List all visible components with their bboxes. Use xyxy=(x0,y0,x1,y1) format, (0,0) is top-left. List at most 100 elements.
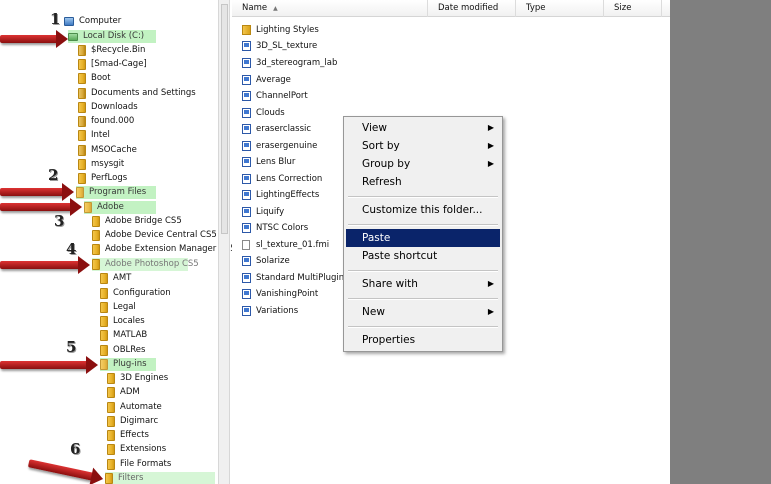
tree-item-file-formats[interactable]: File Formats xyxy=(107,458,171,471)
tree-item-computer[interactable]: Computer xyxy=(64,15,121,28)
column-name[interactable]: Name ▲ xyxy=(232,0,428,17)
column-size[interactable]: Size xyxy=(604,0,662,17)
folder-icon xyxy=(107,430,115,441)
folder-icon xyxy=(107,459,115,470)
file-row[interactable]: 3d_stereogram_lab xyxy=(242,56,337,70)
file-row-lighting-styles[interactable]: Lighting Styles xyxy=(242,23,319,37)
file-row[interactable]: eraserclassic xyxy=(242,122,311,136)
tree-item-configuration[interactable]: Configuration xyxy=(100,287,171,300)
file-row[interactable]: VanishingPoint xyxy=(242,287,318,301)
menu-item-new[interactable]: New ▶ xyxy=(346,303,500,321)
tree-item-locales[interactable]: Locales xyxy=(100,315,145,328)
file-name: eraserclassic xyxy=(256,124,312,134)
tree-item-msysgit[interactable]: msysgit xyxy=(78,158,124,171)
column-name-label: Name xyxy=(242,3,268,13)
step-2-arrow-icon xyxy=(0,183,74,201)
tree-item-intel[interactable]: Intel xyxy=(78,129,110,142)
menu-item-customize-folder[interactable]: Customize this folder... xyxy=(346,201,500,219)
file-row[interactable]: Average xyxy=(242,73,291,87)
tree-item-3d-engines[interactable]: 3D Engines xyxy=(107,372,168,385)
menu-item-paste-shortcut[interactable]: Paste shortcut xyxy=(346,247,500,265)
tree-item-adm[interactable]: ADM xyxy=(107,386,140,399)
file-row[interactable]: Solarize xyxy=(242,254,290,268)
menu-item-share-with[interactable]: Share with ▶ xyxy=(346,275,500,293)
file-name: VanishingPoint xyxy=(256,289,319,299)
tree-item-label: AMT xyxy=(113,273,132,283)
tree-item-adobe-bridge[interactable]: Adobe Bridge CS5 xyxy=(92,215,182,228)
file-row[interactable]: Lens Correction xyxy=(242,172,322,186)
tree-item-msocache[interactable]: MSOCache xyxy=(78,144,137,157)
tree-item-oblres[interactable]: OBLRes xyxy=(100,344,145,357)
folder-icon xyxy=(107,402,115,413)
column-type[interactable]: Type xyxy=(516,0,604,17)
menu-item-group-by[interactable]: Group by ▶ xyxy=(346,155,500,173)
tree-item-found[interactable]: found.000 xyxy=(78,115,134,128)
tree-item-local-disk[interactable]: Local Disk (C:) xyxy=(68,30,156,43)
plugin-icon xyxy=(242,75,251,85)
tree-item-downloads[interactable]: Downloads xyxy=(78,101,138,114)
file-row[interactable]: Liquify xyxy=(242,205,284,219)
file-row[interactable]: Standard MultiPlugin xyxy=(242,271,344,285)
tree-scrollbar[interactable] xyxy=(218,0,230,484)
menu-item-label: Sort by xyxy=(362,140,400,152)
tree-item-label: msysgit xyxy=(91,159,125,169)
tree-item-adobe-device-central[interactable]: Adobe Device Central CS5 xyxy=(92,229,217,242)
plugin-icon xyxy=(242,141,251,151)
menu-item-label: View xyxy=(362,122,387,134)
tree-item-effects[interactable]: Effects xyxy=(107,429,149,442)
tree-item-adobe-photoshop[interactable]: Adobe Photoshop CS5 xyxy=(92,258,199,271)
tree-item-filters[interactable]: Filters xyxy=(105,472,215,484)
column-date-modified[interactable]: Date modified xyxy=(428,0,516,17)
file-name: Lens Blur xyxy=(256,157,296,167)
tree-item-legal[interactable]: Legal xyxy=(100,301,136,314)
step-4-arrow-icon xyxy=(0,256,90,274)
tree-item-plug-ins[interactable]: Plug-ins xyxy=(100,358,156,371)
file-row[interactable]: LightingEffects xyxy=(242,188,319,202)
tree-item-recycle-bin[interactable]: $Recycle.Bin xyxy=(78,44,145,57)
menu-item-sort-by[interactable]: Sort by ▶ xyxy=(346,137,500,155)
tree-item-documents-and-settings[interactable]: Documents and Settings xyxy=(78,87,196,100)
sort-ascending-icon: ▲ xyxy=(273,5,278,12)
file-row[interactable]: erasergenuine xyxy=(242,139,317,153)
folder-icon xyxy=(78,73,86,84)
menu-item-properties[interactable]: Properties xyxy=(346,331,500,349)
menu-item-refresh[interactable]: Refresh xyxy=(346,173,500,191)
file-row[interactable]: 3D_SL_texture xyxy=(242,39,317,53)
tree-item-amt[interactable]: AMT xyxy=(100,272,131,285)
tree-item-program-files[interactable]: Program Files xyxy=(76,186,156,199)
tree-item-extensions[interactable]: Extensions xyxy=(107,443,166,456)
tree-item-label: Computer xyxy=(79,16,122,26)
plugin-icon xyxy=(242,223,251,233)
tree-item-label: Downloads xyxy=(91,102,138,112)
navigation-tree: Computer Local Disk (C:) $Recycle.Bin [S… xyxy=(0,0,236,484)
folder-icon xyxy=(78,45,86,56)
menu-item-label: Share with xyxy=(362,278,418,290)
folder-icon xyxy=(100,302,108,313)
step-2-badge: 2 xyxy=(48,166,59,184)
file-row[interactable]: ChannelPort xyxy=(242,89,308,103)
tree-item-perflogs[interactable]: PerfLogs xyxy=(78,172,127,185)
file-name: Liquify xyxy=(256,207,285,217)
file-name: Standard MultiPlugin xyxy=(256,273,345,283)
tree-item-label: Legal xyxy=(113,302,136,312)
file-row[interactable]: NTSC Colors xyxy=(242,221,308,235)
file-row[interactable]: Clouds xyxy=(242,106,285,120)
folder-icon xyxy=(92,230,100,241)
menu-item-view[interactable]: View ▶ xyxy=(346,119,500,137)
tree-item-adobe-extension-manager[interactable]: Adobe Extension Manager CS5 xyxy=(92,243,236,256)
file-row[interactable]: Lens Blur xyxy=(242,155,295,169)
column-header: Name ▲ Date modified Type Size xyxy=(232,0,670,17)
scrollbar-thumb[interactable] xyxy=(221,4,228,234)
tree-item-automate[interactable]: Automate xyxy=(107,401,162,414)
menu-item-paste[interactable]: Paste xyxy=(346,229,500,247)
file-row[interactable]: Variations xyxy=(242,304,298,318)
folder-icon xyxy=(107,373,115,384)
tree-item-smad-cage[interactable]: [Smad-Cage] xyxy=(78,58,147,71)
tree-item-label: Digimarc xyxy=(120,416,159,426)
folder-icon xyxy=(78,88,86,99)
file-row[interactable]: sl_texture_01.fmi xyxy=(242,238,329,252)
tree-item-digimarc[interactable]: Digimarc xyxy=(107,415,158,428)
tree-item-adobe[interactable]: Adobe xyxy=(84,201,156,214)
tree-item-matlab[interactable]: MATLAB xyxy=(100,329,147,342)
tree-item-boot[interactable]: Boot xyxy=(78,72,111,85)
